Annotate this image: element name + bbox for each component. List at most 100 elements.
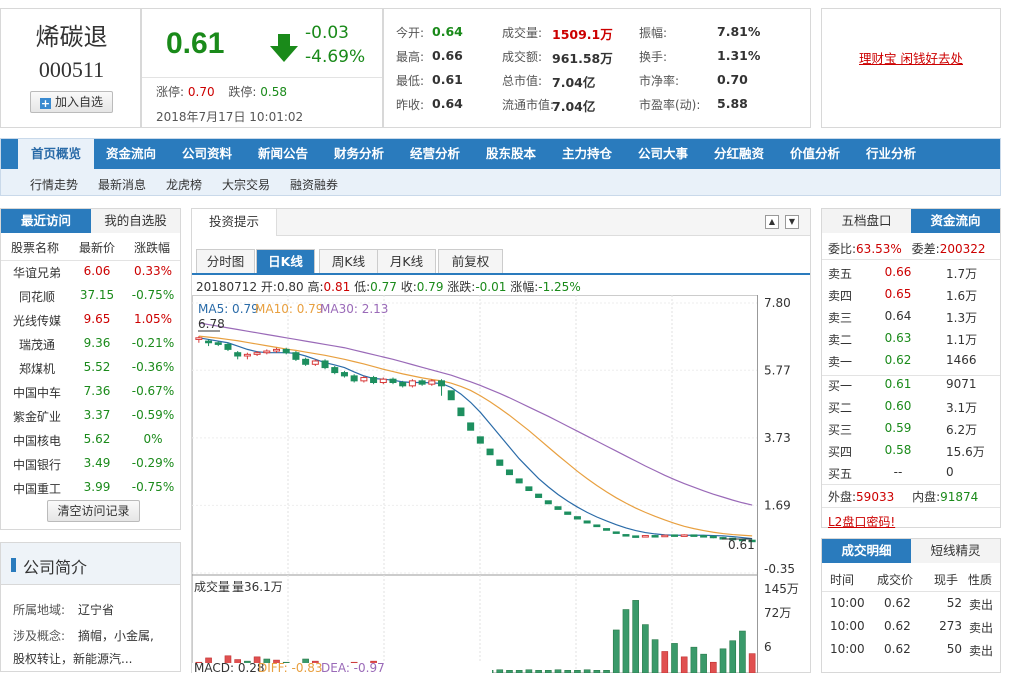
candle — [603, 528, 611, 531]
recent-stock-name[interactable]: 紫金矿业 — [1, 408, 73, 425]
trade-type: 卖出 — [969, 644, 994, 658]
trade-details-panel: 成交明细 短线精灵 时间 成交价 现手 性质 10:00 0.62 52 卖出 10:00 0.6… — [821, 538, 1001, 673]
orderbook-price: -- — [893, 465, 903, 479]
chart-tab[interactable]: 前复权 — [438, 249, 503, 273]
recent-row[interactable]: 中国银行 3.49 -0.29% — [1, 456, 180, 478]
trade-price: 0.62 — [884, 619, 911, 633]
volume-bar — [671, 643, 678, 673]
recent-row[interactable]: 紫金矿业 3.37 -0.59% — [1, 408, 180, 430]
recent-stock-name[interactable]: 同花顺 — [1, 288, 73, 305]
recent-stock-name[interactable]: 中国银行 — [1, 456, 73, 473]
recent-stock-name[interactable]: 郑煤机 — [1, 360, 73, 377]
candle — [583, 520, 591, 524]
trade-type: 卖出 — [969, 598, 994, 612]
chart-tab[interactable]: 日K线 — [256, 249, 315, 273]
company-profile-panel: 公司简介 所属地域: 辽宁省 涉及概念: 摘帽，小金属, 股权转让，新能源汽..… — [0, 542, 181, 672]
tab-short-term[interactable]: 短线精灵 — [911, 539, 1000, 563]
recent-row[interactable]: 中国核电 5.62 0% — [1, 432, 180, 454]
section-marker-icon — [11, 558, 16, 572]
chart-tab[interactable]: 月K线 — [377, 249, 436, 273]
nav-item[interactable]: 价值分析 — [779, 139, 851, 169]
subnav-item[interactable]: 龙虎榜 — [166, 176, 202, 193]
volume-bar — [719, 648, 727, 673]
plus-icon: + — [39, 97, 51, 110]
orderbook-volume: 1.6万 — [946, 289, 978, 303]
subnav-item[interactable]: 行情走势 — [30, 176, 78, 193]
orderbook-price: 0.59 — [884, 421, 912, 435]
recent-stock-pct: -0.67% — [131, 384, 175, 398]
trade-time: 10:00 — [830, 596, 865, 610]
orderbook-level-label: 卖五 — [828, 267, 853, 281]
nav-item[interactable]: 主力持仓 — [551, 139, 623, 169]
recent-stock-name[interactable]: 光线传媒 — [1, 312, 73, 329]
recent-stock-name[interactable]: 中国核电 — [1, 432, 73, 449]
nav-item[interactable]: 首页概览 — [18, 139, 94, 169]
recent-row[interactable]: 华谊兄弟 6.06 0.33% — [1, 264, 180, 286]
close-value: 0.79 — [416, 280, 444, 294]
recent-header: 股票名称 — [11, 241, 60, 255]
nav-item[interactable]: 公司资料 — [171, 139, 243, 169]
volume-bar — [642, 624, 649, 673]
orderbook-price: 0.61 — [884, 377, 912, 391]
stat-label: 市盈率(动): — [639, 98, 701, 112]
candle — [661, 534, 669, 538]
clear-history-button[interactable]: 清空访问记录 — [47, 500, 140, 522]
chg-value: -0.01 — [475, 280, 507, 294]
current-price: 0.61 — [166, 27, 225, 60]
recent-row[interactable]: 同花顺 37.15 -0.75% — [1, 288, 180, 310]
nav-item[interactable]: 财务分析 — [323, 139, 395, 169]
tab-level5[interactable]: 五档盘口 — [822, 209, 911, 233]
add-to-watchlist-label: 加入自选 — [54, 95, 103, 109]
trade-header: 时间 — [830, 573, 855, 587]
nav-item[interactable]: 经营分析 — [399, 139, 471, 169]
candle — [321, 359, 329, 370]
orderbook-price: 0.62 — [884, 353, 912, 367]
nav-item[interactable]: 公司大事 — [627, 139, 699, 169]
trade-volume: 52 — [946, 596, 962, 610]
tab-fund-flow[interactable]: 资金流向 — [911, 209, 1000, 233]
collapse-down-icon[interactable]: ▼ — [785, 215, 799, 229]
candle — [700, 535, 708, 538]
nav-item[interactable]: 资金流向 — [95, 139, 167, 169]
nav-item[interactable]: 分红融资 — [703, 139, 775, 169]
recent-stock-name[interactable]: 瑞茂通 — [1, 336, 73, 353]
volume-label: 成交量 — [194, 579, 230, 594]
recent-stock-name[interactable]: 中国中车 — [1, 384, 73, 401]
nav-item[interactable]: 股东股本 — [475, 139, 547, 169]
y-tick-label: 1.69 — [764, 498, 791, 512]
stat-value: 0.64 — [432, 24, 463, 39]
recent-row[interactable]: 光线传媒 9.65 1.05% — [1, 312, 180, 334]
last-price-label: 0.61 — [728, 538, 755, 552]
volume-tick-label: 6 — [764, 640, 772, 654]
candle — [593, 524, 601, 528]
add-to-watchlist-button[interactable]: + 加入自选 — [30, 91, 113, 113]
concept-value-2: 股权转让，新能源汽... — [13, 652, 133, 666]
subnav-item[interactable]: 大宗交易 — [222, 176, 270, 193]
subnav-item[interactable]: 最新消息 — [98, 176, 146, 193]
recent-row[interactable]: 瑞茂通 9.36 -0.21% — [1, 336, 180, 358]
orderbook-level-label: 买四 — [828, 445, 853, 459]
volume-bar — [690, 646, 698, 673]
nav-item[interactable]: 行业分析 — [855, 139, 927, 169]
chart-tab[interactable]: 分时图 — [196, 249, 255, 273]
recent-stock-pct: -0.75% — [131, 288, 175, 302]
volume-bar — [680, 656, 688, 673]
recent-stock-name[interactable]: 华谊兄弟 — [1, 264, 73, 281]
recent-row[interactable]: 中国重工 3.99 -0.75% — [1, 480, 180, 502]
collapse-up-icon[interactable]: ▲ — [765, 215, 779, 229]
investment-tips-tab[interactable]: 投资提示 — [192, 209, 277, 236]
volume-bar — [748, 653, 756, 673]
recent-stock-name[interactable]: 中国重工 — [1, 480, 73, 497]
tab-trade-details[interactable]: 成交明细 — [822, 539, 911, 563]
tab-watchlist[interactable]: 我的自选股 — [91, 209, 180, 233]
l2-password-link[interactable]: L2盘口密码! — [828, 513, 895, 530]
kline-chart[interactable]: 7.80 5.77 3.73 1.69 -0.35 MA5: 0.79MA10: 0.79… — [192, 295, 810, 673]
recent-row[interactable]: 中国中车 7.36 -0.67% — [1, 384, 180, 406]
recent-row[interactable]: 郑煤机 5.52 -0.36% — [1, 360, 180, 382]
orderbook-level-label: 买一 — [828, 379, 853, 393]
subnav-item[interactable]: 融资融券 — [290, 176, 338, 193]
chart-tab[interactable]: 周K线 — [319, 249, 378, 273]
ad-link[interactable]: 理财宝 闲钱好去处 — [822, 48, 1000, 67]
nav-item[interactable]: 新闻公告 — [247, 139, 319, 169]
tab-recent[interactable]: 最近访问 — [1, 209, 91, 233]
